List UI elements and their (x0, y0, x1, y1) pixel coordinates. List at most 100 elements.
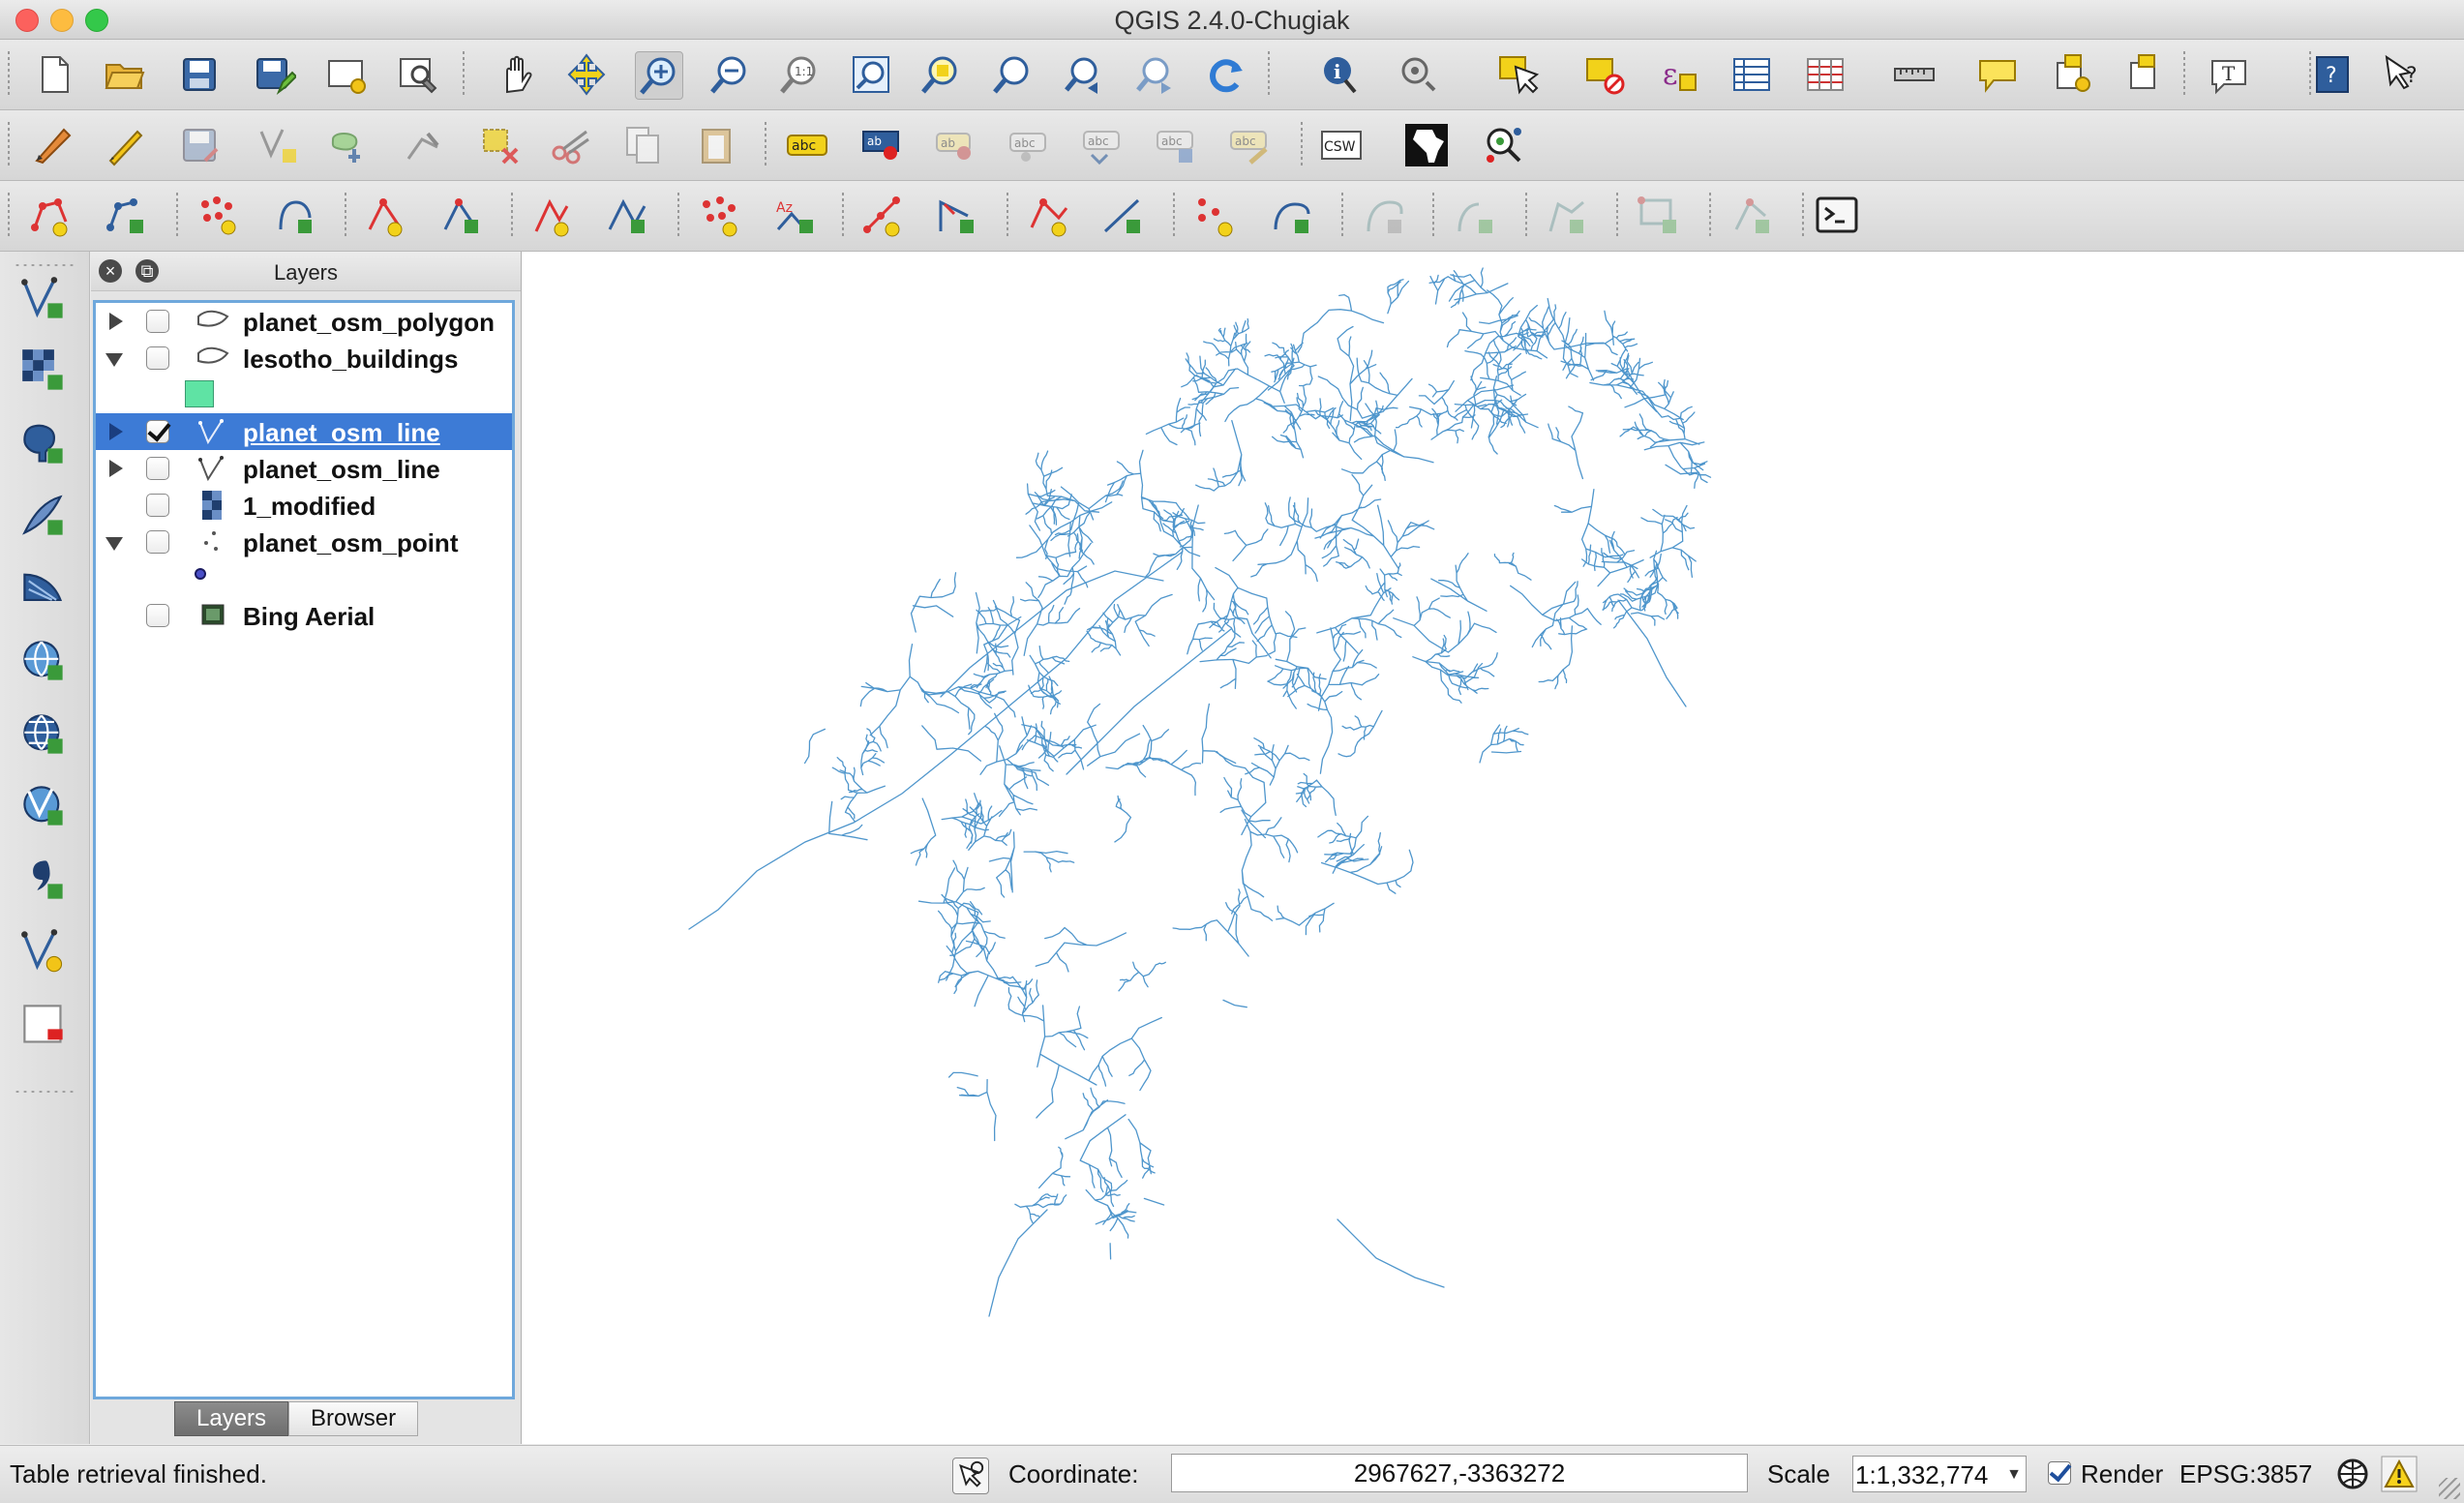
text-annotation-icon[interactable]: T (2207, 51, 2253, 98)
add-circular-string-icon[interactable] (1192, 193, 1239, 239)
current-edits-icon[interactable] (29, 122, 75, 168)
crs-globe-icon[interactable] (2334, 1456, 2371, 1492)
add-feature-icon[interactable] (255, 122, 302, 168)
collapse-arrow-icon[interactable] (105, 353, 123, 367)
layer-row-planet-osm-line-selected[interactable]: planet_osm_line (96, 413, 512, 450)
offset-curve-icon[interactable] (528, 193, 575, 239)
reshape-features-icon[interactable] (437, 193, 484, 239)
toggle-extents-mouse-icon[interactable] (952, 1458, 989, 1494)
show-hide-labels-icon[interactable]: ab (933, 122, 979, 168)
toggle-editing-icon[interactable] (101, 122, 147, 168)
add-wfs-layer-icon[interactable] (19, 782, 68, 830)
merge-attributes-icon[interactable] (859, 193, 906, 239)
add-vector-layer-icon[interactable] (19, 275, 68, 323)
layer-visibility-checkbox[interactable] (146, 530, 169, 554)
node-tool-icon[interactable] (401, 122, 447, 168)
pin-labels-icon[interactable]: ab (859, 122, 906, 168)
help-icon[interactable]: ? (2309, 51, 2356, 98)
layer-visibility-checkbox[interactable] (146, 604, 169, 627)
new-project-icon[interactable] (31, 51, 77, 98)
attribute-table-icon[interactable] (1728, 51, 1775, 98)
delete-part-icon[interactable] (362, 193, 408, 239)
pan-to-selection-icon[interactable] (563, 51, 610, 98)
crs-status[interactable]: EPSG:3857 (2179, 1459, 2312, 1489)
refresh-icon[interactable] (1202, 51, 1248, 98)
identify-features-icon[interactable]: i (1314, 51, 1361, 98)
move-feature-icon[interactable] (325, 122, 372, 168)
geo-search-icon[interactable] (1481, 122, 1527, 168)
layer-visibility-checkbox[interactable] (146, 346, 169, 370)
layer-visibility-checkbox[interactable] (146, 420, 169, 443)
show-bookmarks-icon[interactable] (2123, 51, 2170, 98)
message-log-warning-icon[interactable] (2381, 1456, 2418, 1492)
measure-line-icon[interactable] (1891, 51, 1938, 98)
new-print-composer-icon[interactable] (323, 51, 370, 98)
expand-arrow-icon[interactable] (109, 313, 123, 330)
layer-visibility-checkbox[interactable] (146, 310, 169, 333)
zoom-to-selection-icon[interactable] (917, 51, 964, 98)
save-edits-icon[interactable] (176, 122, 223, 168)
run-feature-action-icon[interactable] (1396, 51, 1442, 98)
label-properties-icon[interactable]: abc (1227, 122, 1274, 168)
composer-manager-icon[interactable] (395, 51, 441, 98)
layer-row-planet-osm-point[interactable]: planet_osm_point (96, 524, 512, 560)
rotate-label-icon[interactable]: abc (1080, 122, 1127, 168)
pan-hand-icon[interactable] (492, 51, 538, 98)
add-part-icon[interactable] (103, 193, 149, 239)
tab-browser[interactable]: Browser (288, 1401, 419, 1436)
layer-row-bing-aerial[interactable]: Bing Aerial (96, 597, 512, 634)
new-shapefile-layer-icon[interactable] (19, 927, 68, 976)
delete-ring-icon[interactable] (271, 193, 317, 239)
split-parts-icon[interactable] (697, 193, 743, 239)
python-console-icon[interactable] (1814, 193, 1860, 239)
zoom-next-icon[interactable] (1132, 51, 1179, 98)
add-wcs-layer-icon[interactable] (19, 710, 68, 759)
layer-visibility-checkbox[interactable] (146, 457, 169, 480)
zoom-actual-size-icon[interactable]: 1:1 (776, 51, 823, 98)
save-as-icon[interactable] (252, 51, 298, 98)
csw-icon[interactable]: CSW (1318, 122, 1365, 168)
split-features-icon[interactable] (604, 193, 650, 239)
zoom-to-layer-icon[interactable] (989, 51, 1036, 98)
add-wms-layer-icon[interactable] (19, 637, 68, 685)
fill-feature-icon[interactable] (1268, 193, 1314, 239)
simplify-feature-icon[interactable] (1026, 193, 1072, 239)
zoom-last-icon[interactable] (1061, 51, 1107, 98)
node-add-icon[interactable] (1543, 193, 1589, 239)
zoom-out-icon[interactable] (706, 51, 753, 98)
coordinate-field[interactable]: 2967627,-3363272 (1171, 1454, 1748, 1492)
add-postgis-layer-icon[interactable] (19, 420, 68, 468)
resize-grip-icon[interactable] (2439, 1478, 2460, 1499)
save-project-icon[interactable] (176, 51, 223, 98)
layer-visibility-checkbox[interactable] (146, 494, 169, 517)
tab-layers[interactable]: Layers (174, 1401, 289, 1436)
deselect-features-icon[interactable] (1581, 51, 1628, 98)
statistics-icon[interactable] (1802, 51, 1848, 98)
africa-plugin-icon[interactable] (1403, 122, 1450, 168)
copy-features-icon[interactable] (619, 122, 666, 168)
add-delimited-text-layer-icon[interactable] (19, 856, 68, 904)
add-spatialite-layer-icon[interactable] (19, 492, 68, 540)
layer-row-1-modified[interactable]: 1_modified (96, 487, 512, 524)
label-tool-icon[interactable]: abc (784, 122, 830, 168)
add-mssql-layer-icon[interactable] (19, 565, 68, 614)
collapse-arrow-icon[interactable] (105, 537, 123, 551)
zoom-in-icon[interactable] (635, 51, 683, 100)
paste-features-icon[interactable] (693, 122, 739, 168)
fill-ring-icon[interactable] (195, 193, 242, 239)
layer-row-lesotho-buildings[interactable]: lesotho_buildings (96, 340, 512, 376)
layer-row-planet-osm-line[interactable]: planet_osm_line (96, 450, 512, 487)
zoom-full-icon[interactable] (848, 51, 894, 98)
add-raster-layer-icon[interactable] (19, 346, 68, 395)
select-features-icon[interactable] (1494, 51, 1541, 98)
change-label-icon[interactable]: abc (1154, 122, 1200, 168)
curve-modify-icon[interactable] (1361, 193, 1407, 239)
new-bookmark-icon[interactable] (2050, 51, 2096, 98)
move-label-icon[interactable]: abc (1007, 122, 1053, 168)
curve-add-icon[interactable] (1452, 193, 1498, 239)
cut-features-icon[interactable] (548, 122, 594, 168)
snap-nodes-icon[interactable] (1636, 193, 1682, 239)
open-project-icon[interactable] (101, 51, 147, 98)
map-canvas[interactable] (521, 252, 2464, 1444)
delete-selected-icon[interactable] (478, 122, 525, 168)
